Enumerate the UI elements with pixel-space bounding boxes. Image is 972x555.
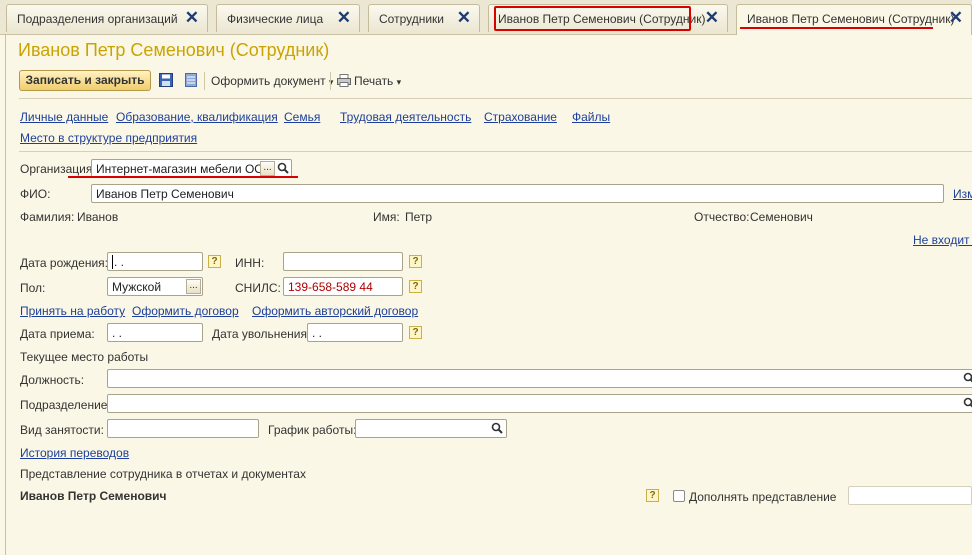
birth-date-value: . .	[112, 255, 125, 269]
link-family[interactable]: Семья	[284, 110, 320, 124]
tab-divisions[interactable]: Подразделения организаций ✕	[6, 4, 208, 32]
snils-label: СНИЛС:	[235, 281, 281, 295]
position-field[interactable]	[107, 369, 972, 388]
employment-field[interactable]	[107, 419, 259, 438]
print-label: Печать	[354, 74, 394, 88]
close-icon[interactable]: ✕	[705, 9, 719, 27]
tab-label: Иванов Петр Семенович (Сотрудник)	[747, 12, 955, 26]
link-author-contract[interactable]: Оформить авторский договор	[252, 304, 418, 318]
link-not-included[interactable]: Не входит в	[913, 233, 972, 247]
division-label: Подразделение:	[20, 398, 111, 412]
gender-value: Мужской	[112, 280, 162, 294]
close-icon[interactable]: ✕	[185, 9, 199, 27]
link-hire[interactable]: Принять на работу	[20, 304, 125, 318]
snils-field[interactable]: 139-658-589 44	[283, 277, 403, 296]
create-document-menu[interactable]: Оформить документ ▾	[211, 74, 333, 88]
middle-name-label: Отчество:	[694, 210, 750, 224]
caret-down-icon: ▾	[396, 77, 402, 87]
page-title: Иванов Петр Семенович (Сотрудник)	[18, 40, 330, 60]
employment-label: Вид занятости:	[20, 423, 104, 437]
print-menu[interactable]: Печать ▾	[354, 74, 401, 88]
help-icon[interactable]: ?	[409, 326, 422, 339]
gender-label: Пол:	[20, 281, 46, 295]
toolbar-separator	[204, 72, 205, 90]
tab-label: Сотрудники	[379, 12, 444, 26]
list-icon[interactable]	[185, 73, 197, 87]
link-labor[interactable]: Трудовая деятельность	[340, 110, 471, 124]
hire-date-field[interactable]: . .	[107, 323, 203, 342]
link-personal-data[interactable]: Личные данные	[20, 110, 108, 124]
link-files[interactable]: Файлы	[572, 110, 610, 124]
first-name-label: Имя:	[373, 210, 400, 224]
fire-date-field[interactable]: . .	[307, 323, 403, 342]
fio-label: ФИО:	[20, 187, 51, 201]
link-enterprise-structure[interactable]: Место в структуре предприятия	[20, 131, 197, 145]
save-icon[interactable]	[159, 73, 173, 87]
tab-individuals[interactable]: Физические лица ✕	[216, 4, 360, 32]
frame-edge	[5, 34, 6, 555]
divider	[19, 151, 972, 152]
ellipsis-button[interactable]: ...	[260, 161, 275, 176]
link-insurance[interactable]: Страхование	[484, 110, 557, 124]
tab-employee-ivanov-2[interactable]: Иванов Петр Семенович (Сотрудник) ✕	[736, 4, 972, 35]
search-icon[interactable]	[963, 397, 972, 409]
tab-label: Подразделения организаций	[17, 12, 178, 26]
ellipsis-button[interactable]: ...	[186, 279, 201, 294]
organization-value: Интернет-магазин мебели ООО	[96, 162, 273, 176]
highlight-underline	[68, 176, 298, 178]
help-icon[interactable]: ?	[646, 489, 659, 502]
highlight-underline	[740, 27, 933, 29]
snils-value: 139-658-589 44	[288, 280, 373, 294]
link-transfer-history[interactable]: История переводов	[20, 446, 129, 460]
tab-employees[interactable]: Сотрудники ✕	[368, 4, 480, 32]
append-presentation-checkbox[interactable]	[673, 490, 685, 502]
schedule-label: График работы:	[268, 423, 357, 437]
presentation-extra-field[interactable]	[848, 486, 972, 505]
printer-icon	[337, 74, 351, 87]
search-icon[interactable]	[277, 162, 289, 174]
create-document-label: Оформить документ	[211, 74, 326, 88]
org-label: Организация:	[20, 162, 96, 176]
append-presentation-label: Дополнять представление	[689, 490, 837, 504]
presentation-heading: Представление сотрудника в отчетах и док…	[20, 467, 306, 481]
birth-date-field[interactable]: . .	[107, 252, 203, 271]
link-education[interactable]: Образование, квалификация	[116, 110, 278, 124]
hire-date-label: Дата приема:	[20, 327, 95, 341]
inn-field[interactable]	[283, 252, 403, 271]
fio-field[interactable]: Иванов Петр Семенович	[91, 184, 944, 203]
highlight-box	[494, 6, 691, 31]
link-change-fio[interactable]: Изм	[953, 187, 972, 201]
presentation-value: Иванов Петр Семенович	[20, 489, 167, 503]
fire-date-value: . .	[312, 326, 323, 340]
divider	[19, 98, 972, 99]
middle-name-value: Семенович	[750, 210, 813, 224]
close-icon[interactable]: ✕	[949, 9, 963, 27]
help-icon[interactable]: ?	[208, 255, 221, 268]
search-icon[interactable]	[963, 372, 972, 384]
close-icon[interactable]: ✕	[337, 9, 351, 27]
help-icon[interactable]: ?	[409, 255, 422, 268]
save-and-close-button[interactable]: Записать и закрыть	[19, 70, 151, 91]
gender-field[interactable]: Мужской ...	[107, 277, 203, 296]
last-name-value: Иванов	[77, 210, 119, 224]
fire-date-label: Дата увольнения:	[212, 327, 311, 341]
division-field[interactable]	[107, 394, 972, 413]
help-icon[interactable]: ?	[409, 280, 422, 293]
position-label: Должность:	[20, 373, 85, 387]
search-icon[interactable]	[491, 422, 503, 434]
toolbar-separator	[330, 72, 331, 90]
current-place-heading: Текущее место работы	[20, 350, 149, 364]
schedule-field[interactable]	[355, 419, 507, 438]
fio-value: Иванов Петр Семенович	[96, 187, 234, 201]
close-icon[interactable]: ✕	[457, 9, 471, 27]
inn-label: ИНН:	[235, 256, 265, 270]
last-name-label: Фамилия:	[20, 210, 75, 224]
first-name-value: Петр	[405, 210, 433, 224]
tab-label: Физические лица	[227, 12, 324, 26]
birth-date-label: Дата рождения:	[20, 256, 108, 270]
tab-bar: Подразделения организаций ✕ Физические л…	[0, 0, 972, 35]
link-create-contract[interactable]: Оформить договор	[132, 304, 239, 318]
hire-date-value: . .	[112, 326, 123, 340]
